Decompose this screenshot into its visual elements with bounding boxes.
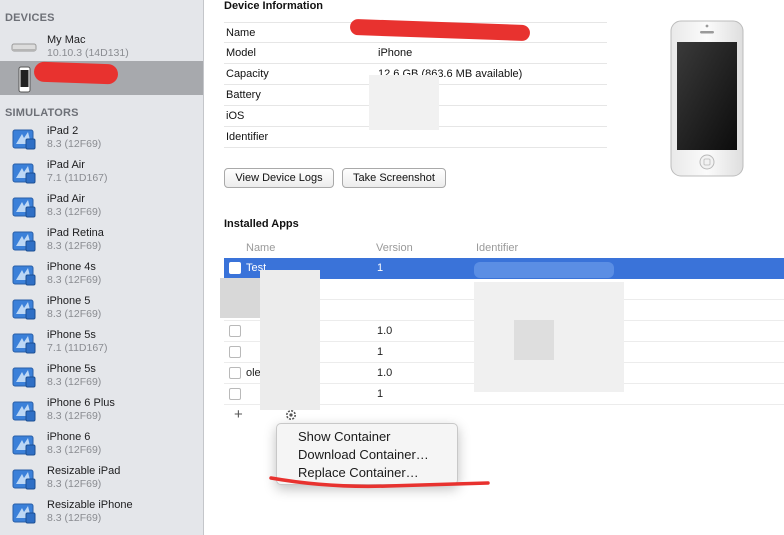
- simulators-header: SIMULATORS: [5, 107, 79, 119]
- simulator-icon: [11, 467, 37, 491]
- blurred-region: [474, 262, 614, 278]
- app-version: 1.0: [377, 367, 393, 379]
- sidebar-item-simulator[interactable]: iPhone 5s 7.1 (11D167): [0, 325, 203, 359]
- app-version: 1: [377, 388, 384, 400]
- redaction-mark: [33, 61, 119, 85]
- app-version: 1: [377, 262, 384, 274]
- sidebar-item-simulator[interactable]: iPhone 4s 8.3 (12F69): [0, 257, 203, 291]
- app-icon: [229, 346, 241, 358]
- blurred-values: [369, 75, 439, 130]
- info-row-model: Model iPhone: [224, 43, 607, 64]
- simulator-version: 8.3 (12F69): [47, 478, 102, 490]
- simulator-version: 8.3 (12F69): [47, 138, 102, 150]
- sidebar-item-simulator[interactable]: iPhone 6 Plus 8.3 (12F69): [0, 393, 203, 427]
- simulator-name: iPhone 5s: [47, 363, 96, 375]
- column-header-identifier[interactable]: Identifier: [476, 242, 518, 254]
- blurred-region: [220, 278, 260, 318]
- simulator-icon: [11, 263, 37, 287]
- blurred-region: [260, 270, 320, 410]
- apps-table-header: Name Version Identifier: [224, 238, 784, 258]
- simulator-version: 8.3 (12F69): [47, 308, 102, 320]
- simulator-name: iPhone 5: [47, 295, 91, 307]
- simulator-icon: [11, 501, 37, 525]
- iphone-image: [670, 20, 744, 177]
- menu-item-download-container[interactable]: Download Container…: [277, 446, 457, 464]
- sidebar-item-simulator[interactable]: Resizable iPad 8.3 (12F69): [0, 461, 203, 495]
- info-row-identifier: Identifier: [224, 127, 607, 148]
- simulator-version: 8.3 (12F69): [47, 444, 102, 456]
- simulator-name: iPhone 6 Plus: [47, 397, 115, 409]
- annotation-underline: [269, 476, 490, 489]
- column-header-version[interactable]: Version: [376, 242, 413, 254]
- sidebar-item-simulator[interactable]: iPad 2 8.3 (12F69): [0, 121, 203, 155]
- simulator-version: 8.3 (12F69): [47, 274, 102, 286]
- gear-icon[interactable]: [284, 408, 298, 422]
- sidebar-item-simulator[interactable]: iPhone 5s 8.3 (12F69): [0, 359, 203, 393]
- iphone-icon: [11, 65, 37, 93]
- simulator-name: iPad 2: [47, 125, 79, 137]
- sidebar-item-simulator[interactable]: iPhone 6 8.3 (12F69): [0, 427, 203, 461]
- app-icon: [229, 262, 241, 274]
- simulator-name: Resizable iPad: [47, 465, 121, 477]
- info-label: Battery: [226, 89, 261, 101]
- device-information-title: Device Information: [224, 0, 324, 12]
- installed-apps-title: Installed Apps: [224, 218, 299, 230]
- simulator-icon: [11, 399, 37, 423]
- app-name: ole: [246, 367, 261, 379]
- sidebar-item-simulator[interactable]: Resizable iPhone 8.3 (12F69): [0, 495, 203, 529]
- sidebar-item-iphone-device[interactable]: [0, 61, 203, 95]
- device-version: 10.10.3 (14D131): [47, 47, 129, 59]
- simulator-name: iPad Retina: [47, 227, 104, 239]
- info-value: iPhone: [378, 47, 413, 59]
- info-label: iOS: [226, 110, 245, 122]
- app-icon: [229, 325, 241, 337]
- simulator-icon: [11, 161, 37, 185]
- column-header-name[interactable]: Name: [246, 242, 275, 254]
- simulator-version: 7.1 (11D167): [47, 342, 108, 354]
- simulator-icon: [11, 127, 37, 151]
- blurred-region: [514, 320, 554, 360]
- take-screenshot-button[interactable]: Take Screenshot: [342, 168, 446, 188]
- simulator-version: 8.3 (12F69): [47, 410, 102, 422]
- app-version: 1.0: [377, 325, 393, 337]
- simulator-icon: [11, 365, 37, 389]
- sidebar: DEVICES My Mac 10.10.3 (14D131) SIMULATO…: [0, 0, 204, 535]
- devices-header: DEVICES: [5, 12, 55, 24]
- sidebar-item-my-mac[interactable]: My Mac 10.10.3 (14D131): [0, 30, 203, 64]
- app-version: 1: [377, 346, 384, 358]
- simulator-icon: [11, 195, 37, 219]
- view-device-logs-button[interactable]: View Device Logs: [224, 168, 334, 188]
- simulator-version: 7.1 (11D167): [47, 172, 108, 184]
- simulator-version: 8.3 (12F69): [47, 206, 102, 218]
- sidebar-item-simulator[interactable]: iPad Retina 8.3 (12F69): [0, 223, 203, 257]
- simulator-name: iPhone 5s: [47, 329, 96, 341]
- info-label: Model: [226, 47, 256, 59]
- simulator-name: iPad Air: [47, 193, 85, 205]
- simulator-icon: [11, 297, 37, 321]
- simulator-icon: [11, 331, 37, 355]
- info-label: Capacity: [226, 68, 269, 80]
- app-icon: [229, 367, 241, 379]
- info-label: Identifier: [226, 131, 269, 143]
- simulator-name: iPad Air: [47, 159, 85, 171]
- info-label: Name: [226, 27, 256, 39]
- mac-mini-icon: [11, 34, 37, 60]
- add-app-button[interactable]: +: [234, 406, 243, 423]
- simulator-version: 8.3 (12F69): [47, 512, 102, 524]
- app-icon: [229, 388, 241, 400]
- simulator-icon: [11, 229, 37, 253]
- simulator-version: 8.3 (12F69): [47, 376, 102, 388]
- simulator-name: iPhone 4s: [47, 261, 96, 273]
- sidebar-item-simulator[interactable]: iPad Air 7.1 (11D167): [0, 155, 203, 189]
- simulator-version: 8.3 (12F69): [47, 240, 102, 252]
- simulator-icon: [11, 433, 37, 457]
- simulator-name: Resizable iPhone: [47, 499, 133, 511]
- sidebar-item-simulator[interactable]: iPad Air 8.3 (12F69): [0, 189, 203, 223]
- simulator-name: iPhone 6: [47, 431, 91, 443]
- device-name: My Mac: [47, 34, 86, 46]
- sidebar-item-simulator[interactable]: iPhone 5 8.3 (12F69): [0, 291, 203, 325]
- menu-item-show-container[interactable]: Show Container: [277, 428, 457, 446]
